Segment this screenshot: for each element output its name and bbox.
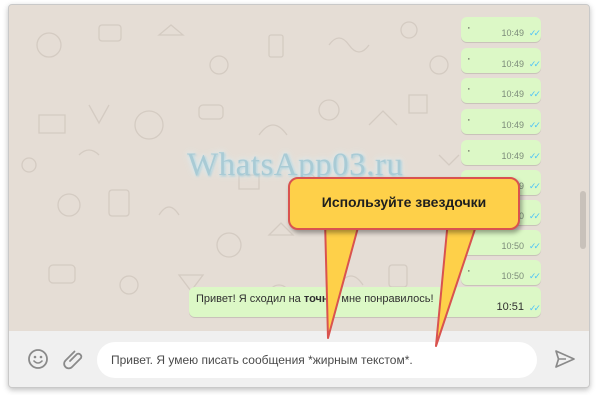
outgoing-message[interactable]: · 10:50 ✓✓ — [461, 260, 541, 285]
message-text-plain-end: , мне понравилось! — [335, 293, 434, 305]
message-time: 10:50 — [501, 271, 524, 281]
message-text-plain: Привет! Я сходил на — [196, 293, 304, 305]
message-time: 10:51 — [496, 301, 524, 313]
message-text: · — [467, 83, 471, 95]
read-receipt-icon: ✓✓ — [528, 120, 541, 130]
chat-scrollbar[interactable] — [580, 191, 586, 249]
message-time: 10:49 — [501, 59, 524, 69]
paperclip-icon[interactable] — [61, 346, 87, 372]
outgoing-message[interactable]: · 10:49 ✓✓ — [461, 48, 541, 73]
send-icon[interactable] — [552, 346, 578, 372]
outgoing-message[interactable]: · 10:49 ✓✓ — [461, 78, 541, 103]
message-input[interactable]: Привет. Я умею писать сообщения *жирным … — [97, 342, 537, 378]
message-text-bold: точно — [303, 293, 336, 305]
message-text: · — [467, 145, 471, 157]
message-text: Привет! Я сходил на точно, мне понравило… — [196, 293, 434, 305]
read-receipt-icon: ✓✓ — [528, 28, 541, 38]
read-receipt-icon: ✓✓ — [528, 241, 541, 251]
message-time: 10:49 — [501, 120, 524, 130]
message-text: · — [467, 265, 471, 277]
callout-tooltip: Используйте звездочки — [288, 177, 520, 230]
read-receipt-icon: ✓✓ — [528, 303, 541, 313]
outgoing-message[interactable]: · 10:49 ✓✓ — [461, 140, 541, 165]
message-time: 10:49 — [501, 89, 524, 99]
read-receipt-icon: ✓✓ — [528, 151, 541, 161]
composer-bar: Привет. Я умею писать сообщения *жирным … — [9, 331, 589, 387]
message-input-value: Привет. Я умею писать сообщения *жирным … — [111, 353, 413, 367]
message-time: 10:50 — [501, 241, 524, 251]
outgoing-message-last[interactable]: Привет! Я сходил на точно, мне понравило… — [189, 287, 541, 317]
message-text: · — [467, 53, 471, 65]
message-text: · — [467, 22, 471, 34]
read-receipt-icon: ✓✓ — [528, 271, 541, 281]
read-receipt-icon: ✓✓ — [528, 211, 541, 221]
emoji-icon[interactable] — [25, 346, 51, 372]
message-time: 10:49 — [501, 151, 524, 161]
read-receipt-icon: ✓✓ — [528, 59, 541, 69]
message-text: · — [467, 114, 471, 126]
outgoing-message[interactable]: · 10:50 ✓✓ — [461, 230, 541, 255]
outgoing-message[interactable]: · 10:49 ✓✓ — [461, 17, 541, 42]
outgoing-message[interactable]: · 10:49 ✓✓ — [461, 109, 541, 134]
read-receipt-icon: ✓✓ — [528, 89, 541, 99]
read-receipt-icon: ✓✓ — [528, 181, 541, 191]
message-text: · — [467, 235, 471, 247]
chat-area[interactable]: WhatsApp03.ru · 10:49 ✓✓ · 10:49 ✓✓ · 10… — [9, 5, 589, 331]
callout-label: Используйте звездочки — [321, 194, 487, 210]
message-time: 10:49 — [501, 28, 524, 38]
